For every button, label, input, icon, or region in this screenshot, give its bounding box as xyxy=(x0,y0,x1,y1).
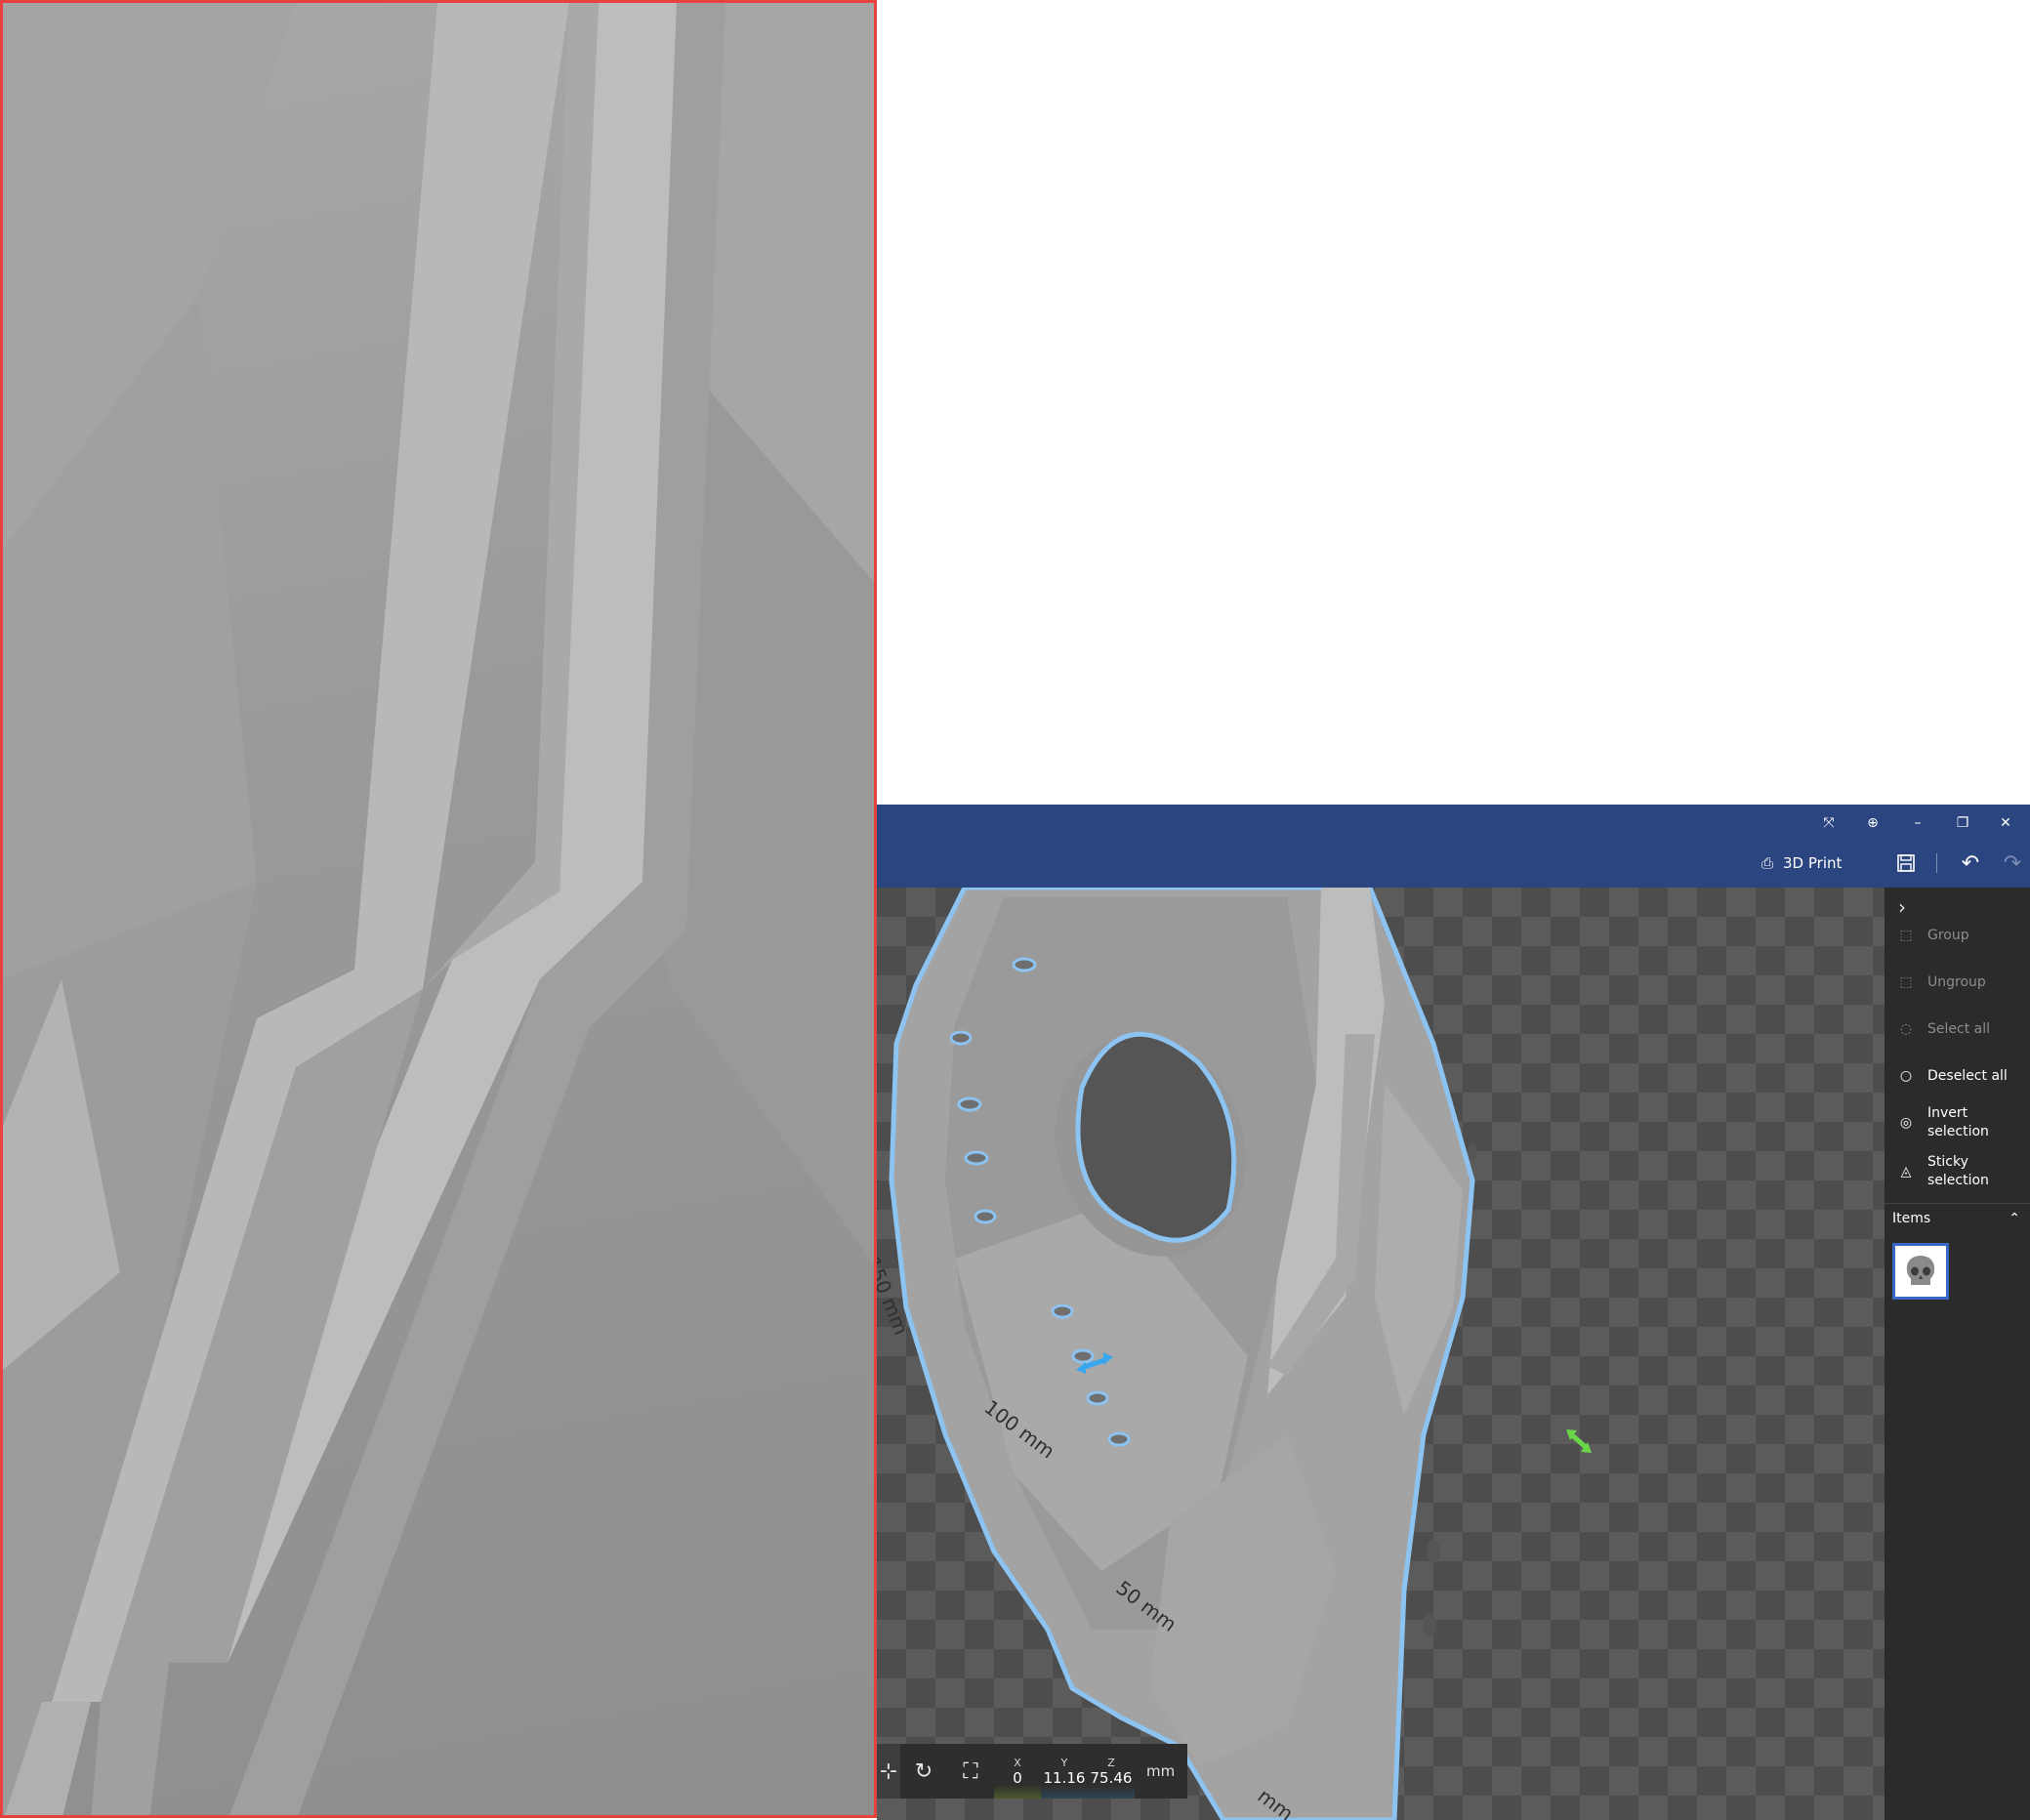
circle-icon: ○ xyxy=(1899,1068,1913,1084)
select-all-button[interactable]: ◌ Select all xyxy=(1885,1020,2030,1039)
redo-icon[interactable]: ↷ xyxy=(1998,848,2027,879)
expand-icon[interactable]: ⤧ xyxy=(1809,810,1848,836)
deselect-all-label: Deselect all xyxy=(1927,1068,2008,1084)
sticky-selection-label: Sticky selection xyxy=(1927,1154,1989,1188)
ungroup-icon: ⬚ xyxy=(1899,974,1913,990)
scale-icon[interactable]: ⛶ xyxy=(947,1744,994,1799)
skull-model[interactable] xyxy=(877,888,1885,1820)
app-window: ⤧ ⊕ – ❐ ✕ ⎙ 3D Print ↶ ↷ 150 mm 100 mm 5… xyxy=(877,805,2030,1820)
printer-icon: ⎙ xyxy=(1761,854,1774,872)
restore-button[interactable]: ❐ xyxy=(1943,810,1982,836)
move-icon[interactable]: ⊹ xyxy=(877,1744,900,1799)
rotate-icon[interactable]: ↻ xyxy=(900,1744,947,1799)
chevron-up-icon: ⌃ xyxy=(2009,1211,2020,1226)
undo-icon[interactable]: ↶ xyxy=(1956,848,1985,879)
z-coordinate-field[interactable]: Z 75.46 xyxy=(1088,1744,1135,1799)
group-label: Group xyxy=(1927,928,1969,943)
select-all-label: Select all xyxy=(1927,1021,1990,1037)
unit-label: mm xyxy=(1146,1762,1176,1780)
group-button[interactable]: ⬚ Group xyxy=(1885,927,2030,945)
y-value: 11.16 xyxy=(1043,1768,1086,1787)
zoomed-model-surface xyxy=(3,3,874,1815)
3d-print-label: 3D Print xyxy=(1783,854,1843,872)
minimize-button[interactable]: – xyxy=(1898,810,1937,836)
x-coordinate-field[interactable]: X 0 xyxy=(994,1744,1041,1799)
deselect-all-button[interactable]: ○ Deselect all xyxy=(1885,1067,2030,1086)
move-gizmo-green[interactable] xyxy=(1566,1429,1592,1453)
sticky-selection-button[interactable]: ◬ Sticky selection xyxy=(1885,1153,2030,1190)
group-icon: ⬚ xyxy=(1899,928,1913,943)
x-value: 0 xyxy=(1013,1768,1022,1787)
3d-viewport[interactable]: 150 mm 100 mm 50 mm mm xyxy=(877,888,1885,1820)
items-label: Items xyxy=(1892,1211,1931,1226)
toolbar-separator xyxy=(1936,853,1937,873)
z-value: 75.46 xyxy=(1090,1768,1133,1787)
invert-selection-button[interactable]: ◎ Invert selection xyxy=(1885,1104,2030,1141)
z-axis-label: Z xyxy=(1107,1756,1115,1769)
feedback-icon[interactable]: ⊕ xyxy=(1853,810,1892,836)
y-axis-label: Y xyxy=(1060,1756,1068,1769)
x-axis-label: X xyxy=(1014,1756,1021,1769)
save-icon[interactable] xyxy=(1891,848,1921,879)
chevron-right-icon[interactable]: › xyxy=(1898,895,1906,919)
sticky-icon: ◬ xyxy=(1900,1163,1912,1179)
invert-icon: ◎ xyxy=(1899,1114,1913,1131)
close-button[interactable]: ✕ xyxy=(1986,810,2025,836)
ungroup-button[interactable]: ⬚ Ungroup xyxy=(1885,973,2030,992)
y-coordinate-field[interactable]: Y 11.16 xyxy=(1041,1744,1088,1799)
skull-icon xyxy=(1906,1256,1935,1285)
selection-panel: › ⬚ Group ⬚ Ungroup ◌ Select all ○ Desel… xyxy=(1885,888,2030,1820)
3d-print-button[interactable]: ⎙ 3D Print xyxy=(1761,848,1842,879)
item-thumbnail-skull[interactable] xyxy=(1892,1243,1949,1300)
transform-toolbar: ⊹ ↻ ⛶ X 0 Y 11.16 Z 75.46 mm xyxy=(877,1744,1187,1799)
ungroup-label: Ungroup xyxy=(1927,974,1986,990)
items-header[interactable]: Items ⌃ xyxy=(1885,1203,2030,1233)
title-bar: ⤧ ⊕ – ❐ ✕ ⎙ 3D Print ↶ ↷ xyxy=(877,805,2030,888)
zoom-inset xyxy=(0,0,877,1818)
select-all-icon: ◌ xyxy=(1899,1021,1913,1037)
invert-selection-label: Invert selection xyxy=(1927,1105,1989,1139)
